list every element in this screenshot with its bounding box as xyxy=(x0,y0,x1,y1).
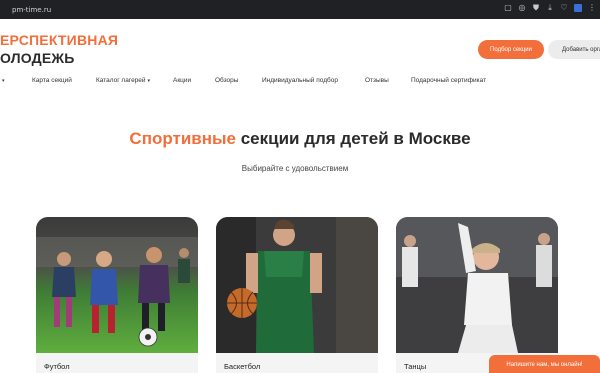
nav-item-promotions[interactable]: Акции xyxy=(173,77,191,84)
screenshot-icon[interactable]: ◎ xyxy=(518,4,526,12)
find-section-button[interactable]: Подбор секции xyxy=(478,40,544,59)
title-accent: Спортивные xyxy=(129,129,236,148)
nav-item-gift[interactable]: Подарочный сертификат xyxy=(411,77,486,84)
logo-line2[interactable]: ОЛОДЕЖЬ xyxy=(0,50,75,66)
football-photo xyxy=(36,217,198,353)
nav-item-camps-label: Каталог лагерей xyxy=(96,77,146,84)
chevron-down-icon: ▾ xyxy=(2,78,5,84)
menu-icon[interactable]: ⋮ xyxy=(588,4,596,12)
logo-line1[interactable]: ЕРСПЕКТИВНАЯ xyxy=(0,32,118,48)
favorite-icon[interactable]: ♡ xyxy=(560,4,568,12)
main-nav: ▾ Карта секций Каталог лагерей ▾ Акции Об… xyxy=(0,77,600,87)
extension-icon[interactable] xyxy=(574,4,582,12)
download-icon[interactable]: ⤓ xyxy=(546,4,554,12)
card-title: Футбол xyxy=(44,362,70,371)
nav-item-testimonials[interactable]: Отзывы xyxy=(365,77,389,84)
shield-icon[interactable]: ⛊ xyxy=(532,4,540,12)
chat-widget[interactable]: Напишите нам, мы онлайн! xyxy=(489,355,600,373)
nav-item-individual[interactable]: Индивидуальный подбор xyxy=(262,77,338,84)
nav-item-camps[interactable]: Каталог лагерей ▾ xyxy=(96,77,150,84)
nav-item-reviews[interactable]: Обзоры xyxy=(215,77,238,84)
page-title: Спортивные секции для детей в Москве xyxy=(0,129,600,149)
add-organization-button[interactable]: Добавить орга xyxy=(548,40,600,59)
basketball-photo xyxy=(216,217,378,353)
card-basketball[interactable]: Баскетбол xyxy=(216,217,378,373)
url-bar[interactable]: pm-time.ru xyxy=(12,6,51,14)
page-subtitle: Выбирайте с удовольствием xyxy=(241,164,349,173)
nav-dropdown-cutoff[interactable]: ▾ xyxy=(0,77,5,84)
card-dance[interactable]: Танцы xyxy=(396,217,558,373)
card-title: Баскетбол xyxy=(224,362,261,371)
nav-item-map[interactable]: Карта секций xyxy=(32,77,72,84)
card-football[interactable]: Футбол xyxy=(36,217,198,373)
title-rest: секции для детей в Москве xyxy=(235,129,471,148)
card-title: Танцы xyxy=(404,362,427,371)
browser-toolbar: pm-time.ru ▢ ◎ ⛊ ⤓ ♡ ⋮ xyxy=(0,0,600,19)
browser-icons: ▢ ◎ ⛊ ⤓ ♡ ⋮ xyxy=(504,4,596,12)
chevron-down-icon: ▾ xyxy=(147,78,151,84)
bookmark-icon[interactable]: ▢ xyxy=(504,4,512,12)
dance-photo xyxy=(396,217,558,353)
